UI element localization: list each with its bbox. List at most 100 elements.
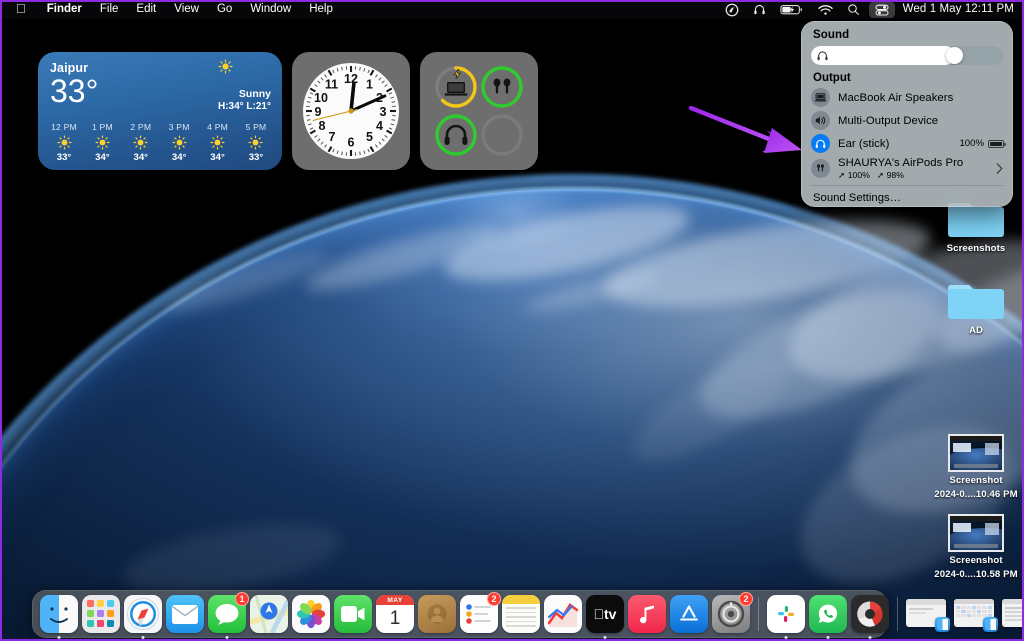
sun-icon	[200, 135, 236, 150]
forecast-temp: 34°	[95, 152, 110, 163]
desktop-screen:  Finder File Edit View Go Window Help	[0, 0, 1024, 641]
sound-settings-link[interactable]: Sound Settings…	[801, 186, 1013, 204]
forecast-time: 2 PM	[130, 122, 152, 132]
forecast-hour: 12 PM 33°	[46, 122, 82, 163]
clock-widget[interactable]: 12 1 2 3 4 5 6 7 8 9 10 11	[292, 52, 410, 170]
menu-item-file[interactable]: File	[91, 0, 128, 19]
headphones-sound-icon[interactable]	[746, 0, 773, 19]
menu-item-go[interactable]: Go	[208, 0, 241, 19]
dock-app-messages[interactable]: 1	[208, 592, 249, 639]
speaker-wave-icon	[811, 111, 830, 130]
creative-cloud-icon[interactable]	[718, 0, 746, 19]
forecast-temp: 33°	[56, 152, 72, 163]
running-indicator	[868, 636, 872, 639]
dock-app-notes[interactable]	[502, 595, 540, 633]
messages-badge-count: 1	[235, 592, 249, 606]
svg-text:1: 1	[366, 78, 373, 92]
battery-charging-icon[interactable]	[773, 0, 811, 19]
desktop-file-screenshot-1[interactable]: Screenshot 2024-0....10.46 PM	[928, 422, 1024, 500]
spotlight-search-icon[interactable]	[840, 0, 867, 19]
dock-divider	[897, 597, 898, 631]
dock-app-music[interactable]	[628, 595, 666, 633]
dock-app-finder[interactable]	[40, 595, 78, 639]
forecast-time: 12 PM	[51, 122, 77, 132]
sun-icon	[238, 135, 274, 150]
control-center-icon[interactable]	[868, 1, 895, 18]
menu-item-view[interactable]: View	[165, 0, 208, 19]
forecast-hour: 5 PM 33°	[238, 122, 274, 163]
output-device-multi-output[interactable]: Multi-Output Device	[801, 109, 1013, 132]
dock-app-contacts[interactable]	[418, 595, 456, 633]
dock-app-stocks[interactable]	[544, 595, 582, 633]
chevron-right-icon[interactable]	[995, 155, 1004, 182]
svg-text:9: 9	[315, 105, 322, 119]
folder-icon	[928, 272, 1024, 322]
output-device-label: Ear (stick)	[838, 137, 890, 150]
menu-bar-clock[interactable]: Wed 1 May 12:11 PM	[897, 0, 1024, 19]
svg-text:12: 12	[344, 72, 358, 86]
dock-app-apple-tv[interactable]: tv	[586, 595, 624, 639]
menu-item-edit[interactable]: Edit	[127, 0, 165, 19]
dock-app-safari[interactable]	[124, 595, 162, 639]
dock-app-reminders[interactable]: 2	[460, 592, 501, 633]
running-indicator	[141, 636, 145, 639]
svg-text:5: 5	[366, 130, 373, 144]
airpods-battery-row: ➚ 100% ➚ 98%	[838, 170, 963, 181]
output-device-ear-stick[interactable]: Ear (stick) 100%	[801, 132, 1013, 155]
desktop-file-screenshot-2[interactable]: Screenshot 2024-0....10.58 PM	[928, 502, 1024, 580]
menu-item-window[interactable]: Window	[241, 0, 300, 19]
dock-app-whatsapp[interactable]	[809, 595, 847, 639]
dock-app-activity-monitor[interactable]	[851, 595, 889, 639]
output-device-macbook-air-speakers[interactable]: MacBook Air Speakers	[801, 86, 1013, 109]
forecast-hour: 1 PM 34°	[84, 122, 120, 163]
output-device-label: Multi-Output Device	[838, 114, 939, 127]
minimized-window-finder[interactable]	[906, 597, 950, 632]
weather-summary: Sunny H:34° L:21°	[218, 59, 271, 112]
headphones-icon	[811, 134, 830, 153]
volume-slider[interactable]	[811, 46, 1003, 65]
battery-full-icon	[988, 139, 1006, 148]
output-device-airpods-pro[interactable]: SHAURYA's AirPods Pro ➚ 100% ➚ 98%	[801, 155, 1013, 182]
dock-app-facetime[interactable]	[334, 595, 372, 633]
minimized-window-calendar[interactable]	[954, 597, 998, 632]
menu-item-finder[interactable]: Finder	[38, 0, 91, 19]
volume-slider-knob[interactable]	[946, 47, 963, 64]
dock-app-calendar[interactable]: MAY 1	[376, 595, 414, 633]
battery-cell-headphones	[432, 111, 480, 159]
output-section-title: Output	[813, 72, 851, 84]
sun-icon	[84, 135, 120, 150]
dock-app-slack[interactable]	[767, 595, 805, 639]
battery-percent-label: 100%	[959, 138, 984, 149]
headphones-icon	[816, 49, 829, 62]
folder-label: AD	[968, 325, 984, 336]
weather-widget[interactable]: Jaipur 33° Sunny H:34° L:21° 12 PM 33° 1…	[38, 52, 282, 170]
dock-app-launchpad[interactable]	[82, 595, 120, 633]
output-device-info: SHAURYA's AirPods Pro ➚ 100% ➚ 98%	[838, 157, 963, 181]
screenshot-thumbnail	[928, 422, 1024, 472]
forecast-time: 5 PM	[245, 122, 267, 132]
apple-logo-icon[interactable]: 	[0, 2, 38, 15]
dock-app-photos[interactable]	[292, 595, 330, 633]
calendar-mini-icon	[983, 617, 998, 632]
menu-item-help[interactable]: Help	[300, 0, 342, 19]
minimized-window-document[interactable]	[1002, 597, 1024, 631]
file-label-line1: Screenshot	[949, 555, 1003, 566]
desktop-folder-ad[interactable]: AD	[928, 272, 1024, 336]
svg-text:11: 11	[325, 78, 338, 92]
running-indicator	[603, 636, 607, 639]
dock-app-system-settings[interactable]: 2	[712, 592, 753, 633]
sun-icon	[218, 59, 271, 74]
battery-cell-macbook	[432, 63, 480, 111]
svg-text:8: 8	[319, 119, 326, 133]
forecast-hour: 4 PM 34°	[200, 122, 236, 163]
svg-text:6: 6	[348, 136, 355, 150]
weather-condition: Sunny	[238, 88, 271, 100]
battery-widget[interactable]	[420, 52, 538, 170]
dock-app-app-store[interactable]	[670, 595, 708, 633]
file-label-line2: 2024-0....10.58 PM	[934, 569, 1018, 580]
dock-app-maps[interactable]	[250, 595, 288, 633]
wifi-icon[interactable]	[811, 0, 840, 19]
laptop-icon	[811, 88, 830, 107]
dock-app-mail[interactable]	[166, 595, 204, 633]
output-device-label: SHAURYA's AirPods Pro	[838, 156, 964, 169]
